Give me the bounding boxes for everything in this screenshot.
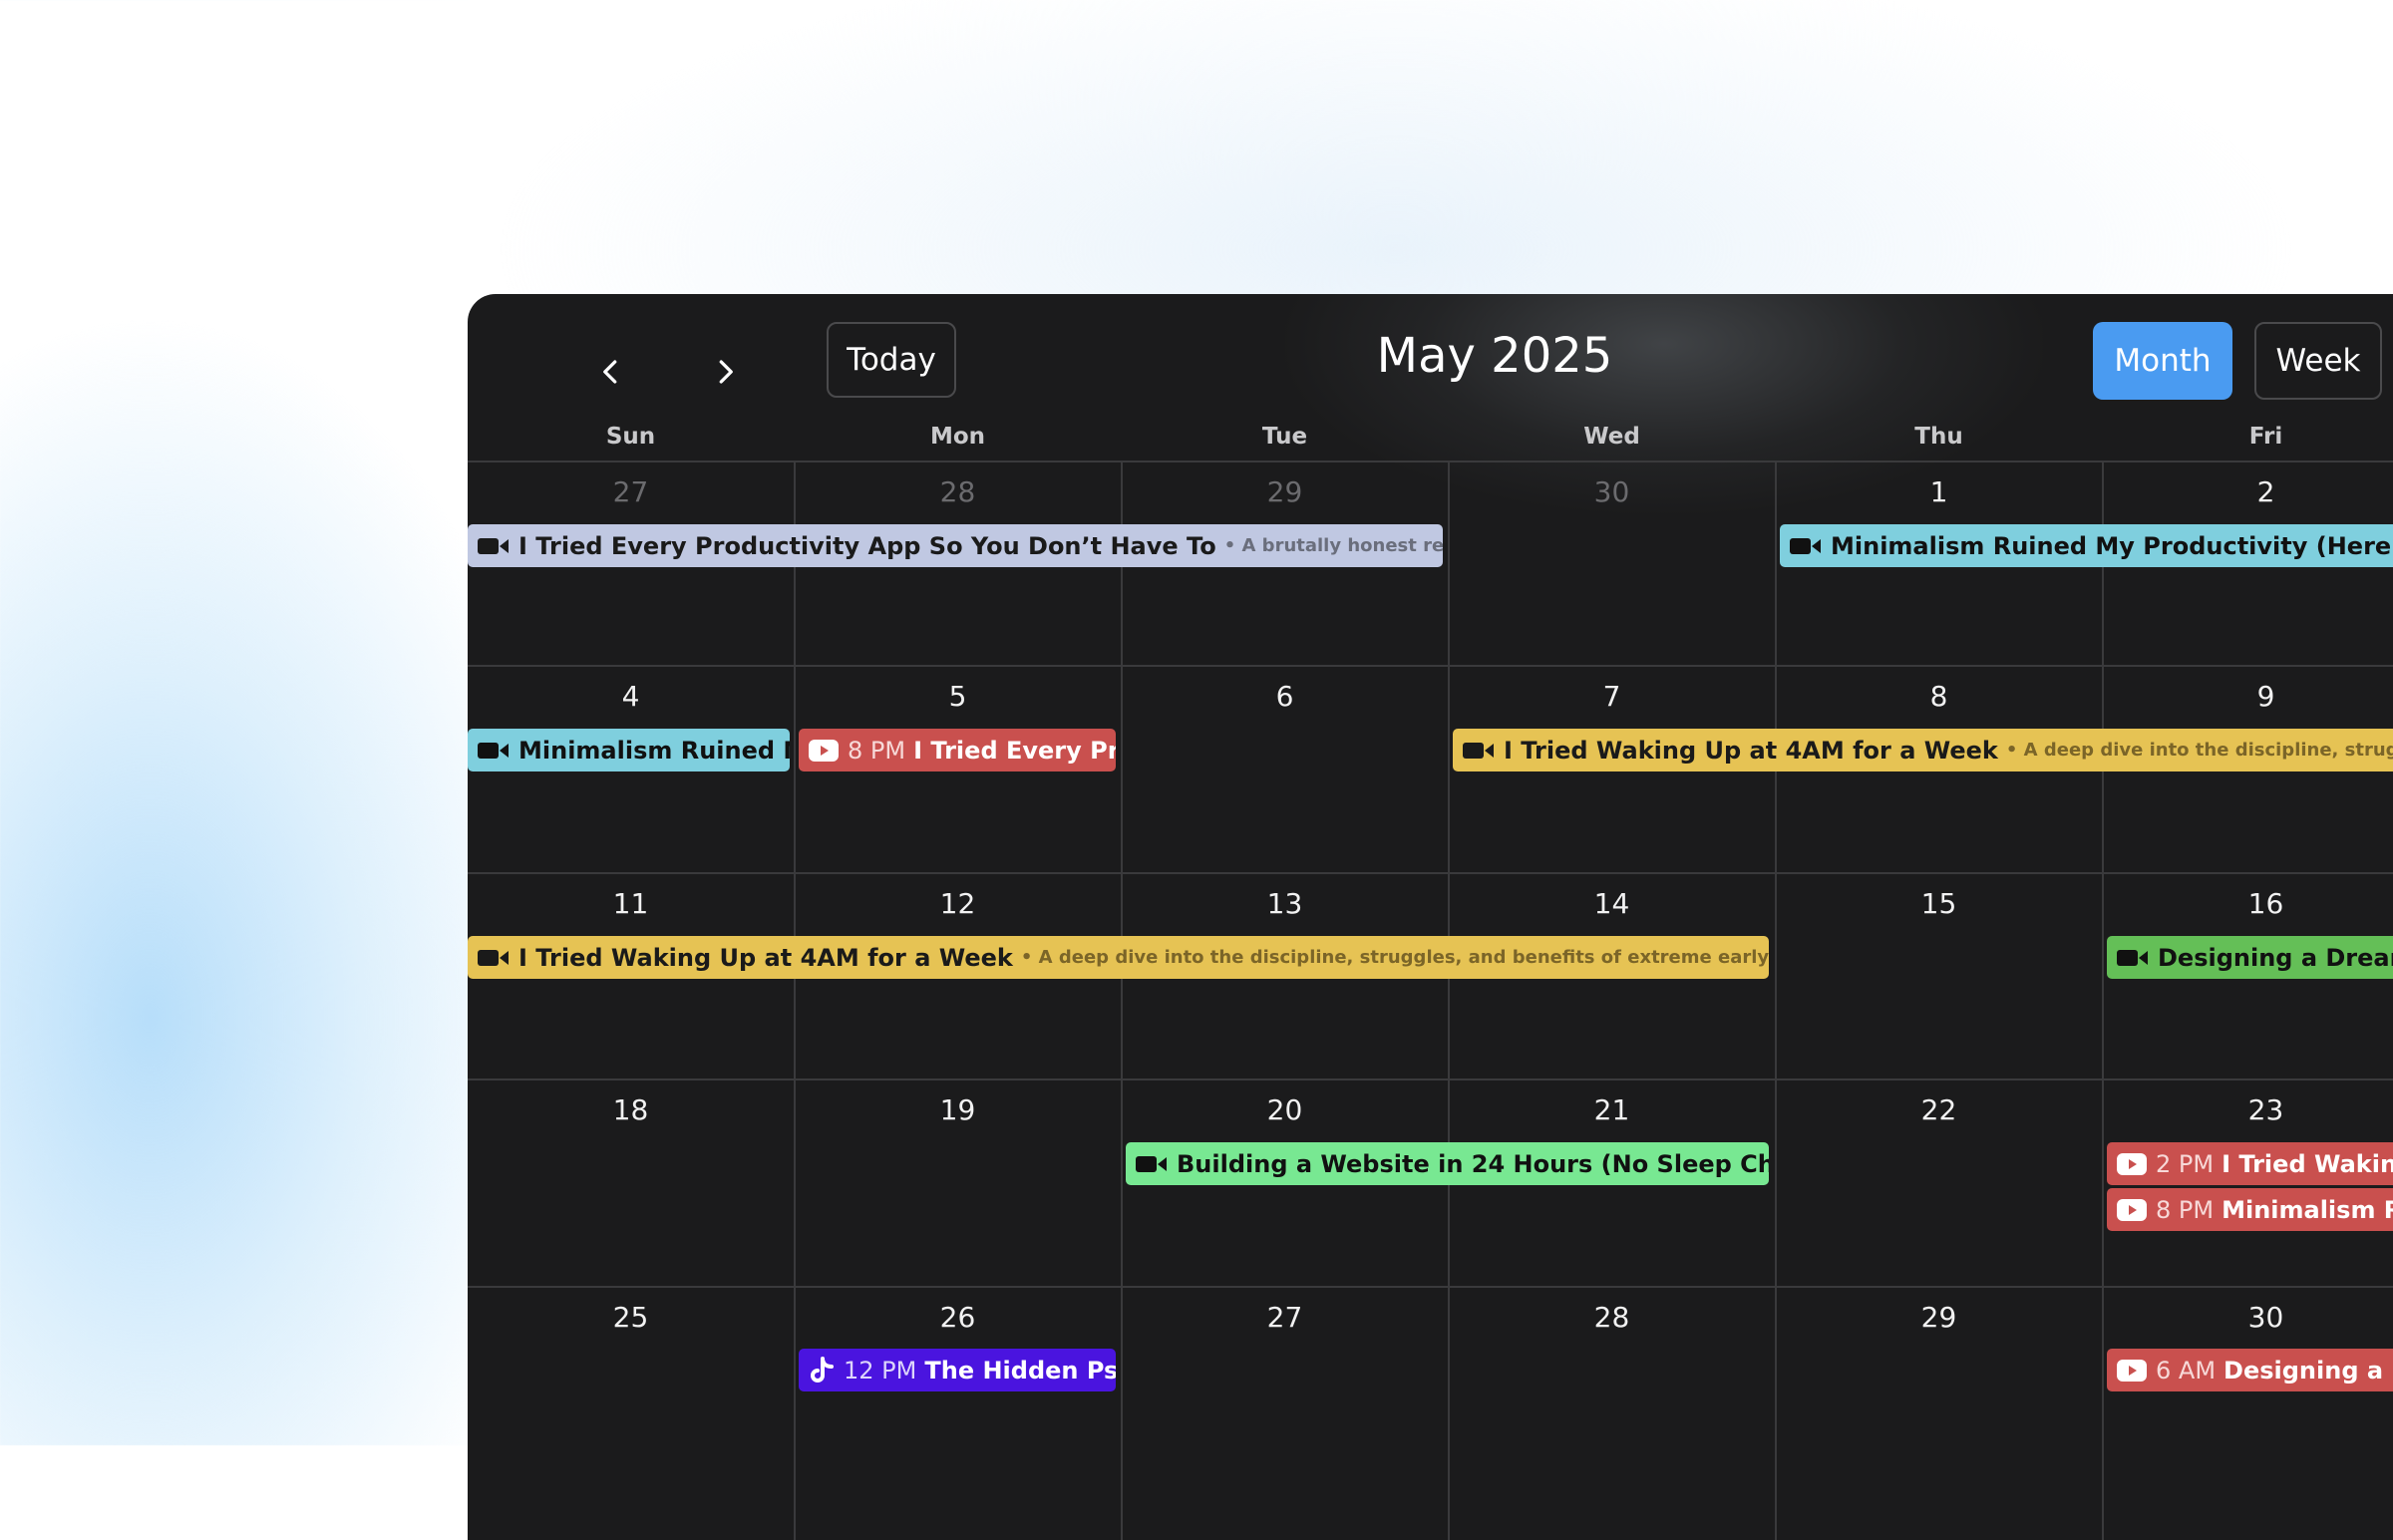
day-number[interactable]: 6: [1122, 680, 1448, 713]
calendar-panel: Today May 2025 Month Week Sun Mon Tue We…: [468, 294, 2393, 1540]
day-number[interactable]: 19: [795, 1093, 1121, 1126]
day-number[interactable]: 13: [1122, 887, 1448, 920]
tiktok-icon: [809, 1356, 835, 1385]
grid-line: [468, 1078, 2393, 1080]
week-view-button[interactable]: Week: [2254, 322, 2382, 400]
youtube-icon: [2117, 1359, 2147, 1382]
event-time: 8 PM: [2156, 1195, 2215, 1224]
event-description: • A deep dive into the discipline, strug…: [2005, 740, 2393, 761]
day-number[interactable]: 12: [795, 887, 1121, 920]
event-title: I Tried Waking Up at 4AM for a Week: [1504, 736, 1998, 765]
event-bar[interactable]: 2 PM I Tried Waking U: [2107, 1142, 2393, 1185]
event-time: 12 PM: [844, 1356, 917, 1385]
video-camera-icon: [478, 536, 510, 556]
chevron-left-icon: [603, 360, 617, 384]
day-number[interactable]: 22: [1776, 1093, 2102, 1126]
day-number[interactable]: 28: [1449, 1301, 1775, 1334]
event-bar[interactable]: I Tried Every Productivity App So You Do…: [468, 524, 1443, 567]
event-bar[interactable]: 12 PM The Hidden Psycl: [799, 1349, 1116, 1391]
day-number[interactable]: 30: [1449, 475, 1775, 508]
youtube-icon: [809, 739, 839, 762]
event-description: • A brutally honest review of the most: [1223, 535, 1443, 556]
weekday-header-fri: Fri: [2248, 424, 2283, 450]
day-number[interactable]: 1: [1776, 475, 2102, 508]
day-number[interactable]: 25: [468, 1301, 794, 1334]
weekday-header-sun: Sun: [605, 424, 656, 450]
video-camera-icon: [1463, 741, 1495, 761]
day-number[interactable]: 15: [1776, 887, 2102, 920]
weekday-header-mon: Mon: [929, 424, 986, 450]
event-bar[interactable]: Minimalism Ruined My Productivity (Here'…: [1780, 524, 2393, 567]
event-bar[interactable]: 6 AM Designing a Dre: [2107, 1349, 2393, 1391]
day-number[interactable]: 18: [468, 1093, 794, 1126]
grid-line: [468, 1286, 2393, 1288]
event-bar[interactable]: 8 PM I Tried Every Prod: [799, 729, 1116, 771]
event-title: The Hidden Psycl: [924, 1356, 1116, 1385]
grid-line: [468, 872, 2393, 874]
day-number[interactable]: 23: [2103, 1093, 2393, 1126]
grid-line: [468, 461, 2393, 462]
youtube-icon: [2117, 1152, 2147, 1175]
grid-line: [1775, 461, 1777, 1540]
day-number[interactable]: 27: [468, 475, 794, 508]
event-time: 8 PM: [848, 736, 906, 765]
event-title: Designing a Dream D: [2158, 943, 2393, 972]
day-number[interactable]: 11: [468, 887, 794, 920]
video-camera-icon: [1790, 536, 1822, 556]
grid-line: [468, 665, 2393, 667]
today-button[interactable]: Today: [827, 322, 956, 398]
event-title: I Tried Waking U: [2222, 1149, 2393, 1178]
video-camera-icon: [1136, 1154, 1168, 1174]
event-bar[interactable]: Building a Website in 24 Hours (No Sleep…: [1126, 1142, 1769, 1185]
event-time: 2 PM: [2156, 1149, 2215, 1178]
weekday-header-thu: Thu: [1914, 424, 1963, 450]
event-description: • A deep dive into the discipline, strug…: [1020, 947, 1769, 968]
event-title: Minimalism Rui: [2222, 1195, 2393, 1224]
day-number[interactable]: 2: [2103, 475, 2393, 508]
event-title: Building a Website in 24 Hours (No Sleep…: [1177, 1149, 1769, 1178]
grid-line: [1448, 461, 1450, 1540]
day-number[interactable]: 9: [2103, 680, 2393, 713]
event-bar[interactable]: Designing a Dream D: [2107, 936, 2393, 979]
day-number[interactable]: 8: [1776, 680, 2102, 713]
grid-line: [1121, 461, 1123, 1540]
day-number[interactable]: 26: [795, 1301, 1121, 1334]
day-number[interactable]: 14: [1449, 887, 1775, 920]
event-bar[interactable]: I Tried Waking Up at 4AM for a Week • A …: [468, 936, 1769, 979]
event-bar[interactable]: Minimalism Ruined My P: [468, 729, 790, 771]
previous-month-button[interactable]: [581, 342, 641, 402]
grid-line: [2102, 461, 2104, 1540]
day-number[interactable]: 4: [468, 680, 794, 713]
next-month-button[interactable]: [695, 342, 755, 402]
youtube-icon: [2117, 1198, 2147, 1221]
event-time: 6 AM: [2156, 1356, 2217, 1385]
event-bar[interactable]: I Tried Waking Up at 4AM for a Week • A …: [1453, 729, 2393, 771]
month-view-button[interactable]: Month: [2093, 322, 2232, 400]
day-number[interactable]: 7: [1449, 680, 1775, 713]
event-title: I Tried Waking Up at 4AM for a Week: [518, 943, 1013, 972]
grid-line: [794, 461, 796, 1540]
video-camera-icon: [2117, 948, 2149, 968]
event-title: Minimalism Ruined My Productivity (Here'…: [1831, 531, 2393, 560]
weekday-header-wed: Wed: [1583, 424, 1640, 450]
day-number[interactable]: 21: [1449, 1093, 1775, 1126]
chevron-right-icon: [719, 360, 733, 384]
day-number[interactable]: 16: [2103, 887, 2393, 920]
day-number[interactable]: 5: [795, 680, 1121, 713]
video-camera-icon: [478, 948, 510, 968]
day-number[interactable]: 29: [1122, 475, 1448, 508]
event-title: Designing a Dre: [2223, 1356, 2393, 1385]
event-title: I Tried Every Productivity App So You Do…: [518, 531, 1216, 560]
event-title: Minimalism Ruined My P: [518, 736, 790, 765]
video-camera-icon: [478, 741, 510, 761]
day-number[interactable]: 30: [2103, 1301, 2393, 1334]
event-title: I Tried Every Prod: [913, 736, 1116, 765]
event-bar[interactable]: 8 PM Minimalism Rui: [2107, 1188, 2393, 1231]
month-title: May 2025: [1376, 328, 1613, 384]
weekday-header-tue: Tue: [1261, 424, 1308, 450]
day-number[interactable]: 20: [1122, 1093, 1448, 1126]
day-number[interactable]: 28: [795, 475, 1121, 508]
day-number[interactable]: 27: [1122, 1301, 1448, 1334]
day-number[interactable]: 29: [1776, 1301, 2102, 1334]
